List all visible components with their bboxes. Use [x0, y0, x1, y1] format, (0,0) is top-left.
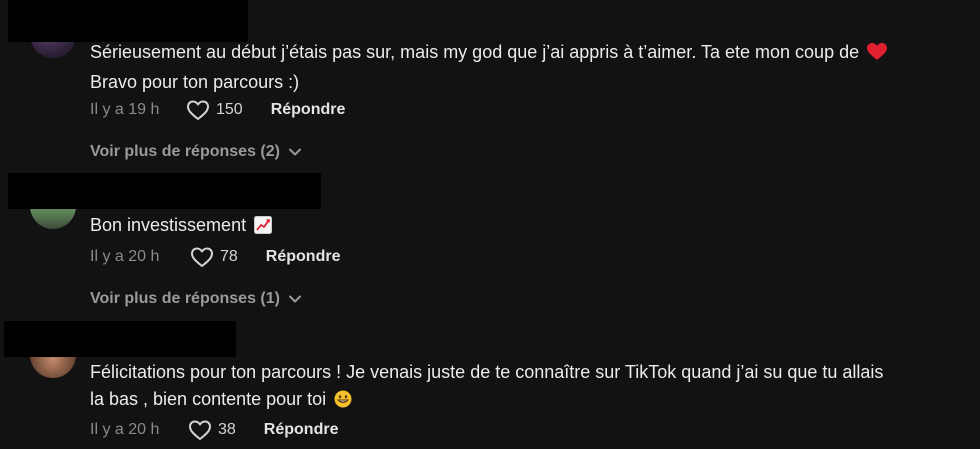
reply-button[interactable]: Répondre: [264, 421, 339, 439]
timestamp: Il y a 19 h: [90, 101, 160, 118]
heart-outline-icon: [187, 100, 209, 120]
comment-meta: Il y a 19 h 150 Répondre: [90, 98, 345, 122]
like-button[interactable]: 150: [186, 99, 243, 121]
redacted-username: [8, 173, 321, 209]
comment-meta: Il y a 20 h 78 Répondre: [90, 245, 340, 269]
heart-outline-icon: [189, 420, 211, 440]
chart-increasing-emoji: [254, 215, 273, 242]
view-more-replies[interactable]: Voir plus de réponses (2): [90, 143, 302, 161]
comment-text: Bon investissement: [90, 212, 950, 242]
like-button[interactable]: 78: [190, 246, 238, 268]
like-count: 78: [220, 248, 238, 265]
chevron-down-icon: [288, 148, 301, 156]
comment-text: Félicitations pour ton parcours ! Je ven…: [90, 359, 950, 416]
view-more-replies[interactable]: Voir plus de réponses (1): [90, 290, 302, 308]
comment-meta: Il y a 20 h 38 Répondre: [90, 418, 338, 442]
comment-text: Sérieusement au début j’étais pas sur, m…: [90, 39, 950, 96]
chevron-down-icon: [288, 295, 301, 303]
redacted-username: [8, 0, 248, 42]
redacted-username: [4, 321, 236, 357]
timestamp: Il y a 20 h: [90, 421, 160, 438]
heart-outline-icon: [191, 247, 213, 267]
reply-button[interactable]: Répondre: [271, 101, 346, 119]
red-heart-emoji: [867, 42, 888, 69]
like-count: 38: [218, 421, 236, 438]
like-count: 150: [216, 101, 243, 118]
grinning-face-emoji: [334, 389, 352, 416]
like-button[interactable]: 38: [188, 419, 236, 441]
timestamp: Il y a 20 h: [90, 248, 160, 265]
reply-button[interactable]: Répondre: [266, 248, 341, 266]
